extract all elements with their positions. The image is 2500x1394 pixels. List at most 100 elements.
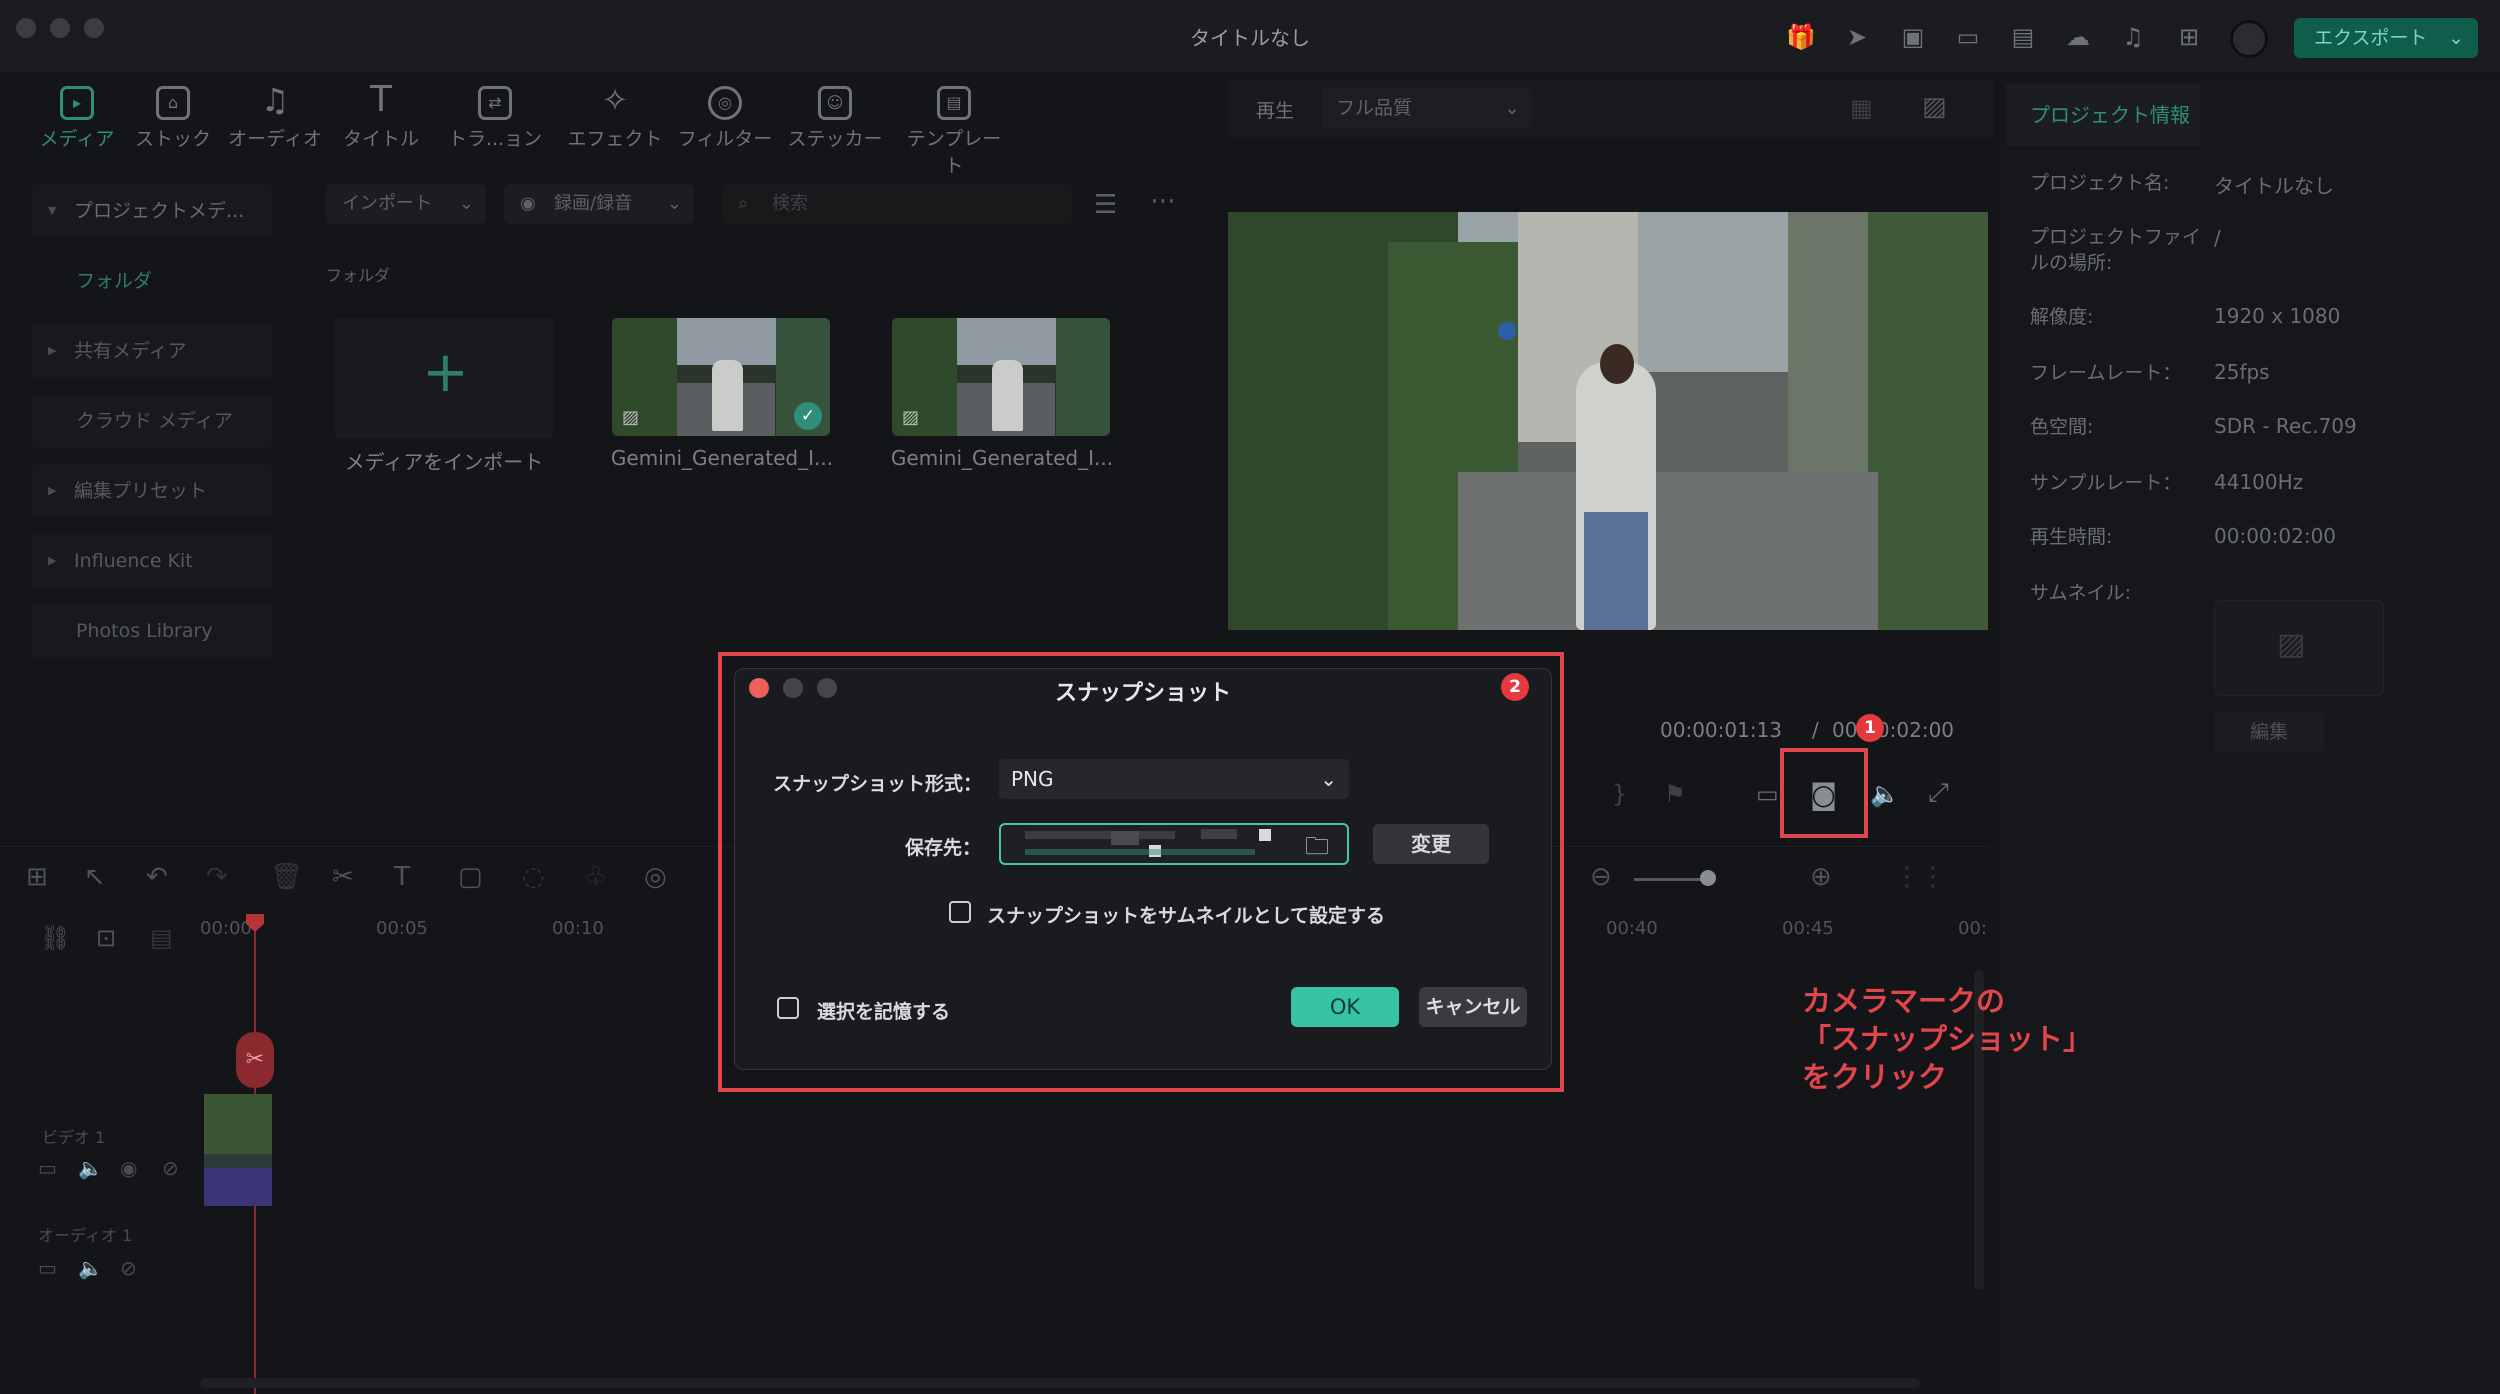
sidebar-item-folder[interactable]: フォルダ — [32, 254, 272, 308]
search-icon: ⌕ — [738, 193, 749, 214]
layout-icon[interactable]: ⊞ — [26, 862, 48, 892]
triangle-down-icon: ▼ — [48, 204, 57, 217]
record-dropdown[interactable]: ◉ 録画/録音 ⌄ — [504, 184, 694, 224]
video-clip[interactable] — [204, 1094, 272, 1206]
tab-template[interactable]: ▤ テンプレート — [898, 80, 1010, 177]
remember-checkbox[interactable] — [777, 997, 799, 1019]
avatar[interactable] — [2230, 20, 2268, 58]
audio-icon: ♫ — [260, 81, 290, 119]
video-preview — [1228, 212, 1988, 630]
marker-icon[interactable]: ⚑ — [1664, 780, 1686, 808]
message-icon[interactable]: ▣ — [1898, 22, 1928, 52]
thumbnail-checkbox-label: スナップショットをサムネイルとして設定する — [987, 905, 1386, 927]
zoom-in-icon[interactable]: ⊕ — [1810, 862, 1832, 892]
sidebar-item-project-media[interactable]: ▼ プロジェクトメデ... — [32, 184, 272, 238]
media-clip-thumbnail[interactable]: ▨ — [892, 318, 1110, 436]
mark-out-icon[interactable]: } — [1612, 780, 1627, 808]
sidebar-item-influence-kit[interactable]: ▶ Influence Kit — [32, 534, 272, 588]
zoom-out-icon[interactable]: ⊖ — [1590, 862, 1612, 892]
media-clip-name: Gemini_Generated_I... — [610, 446, 834, 470]
search-input[interactable]: ⌕ 検索 — [722, 184, 1072, 224]
sidebar-item-presets[interactable]: ▶ 編集プリセット — [32, 464, 272, 518]
color-icon[interactable]: ◌ — [522, 862, 545, 892]
format-select[interactable]: PNG ⌄ — [999, 759, 1349, 799]
cancel-button[interactable]: キャンセル — [1419, 987, 1527, 1027]
thumbnail-checkbox[interactable] — [949, 901, 971, 923]
save-icon[interactable]: ▤ — [2008, 22, 2038, 52]
cloud-upload-icon[interactable]: ☁ — [2063, 22, 2093, 52]
tab-project-info[interactable]: プロジェクト情報 — [2006, 84, 2200, 146]
window-minimize-dot[interactable] — [50, 18, 70, 38]
import-dropdown[interactable]: インポート ⌄ — [326, 184, 486, 224]
tab-media[interactable]: ▸ メディア — [22, 80, 132, 160]
gift-icon[interactable]: 🎁 — [1786, 22, 1816, 52]
horizontal-scrollbar[interactable] — [200, 1378, 1920, 1388]
ai-tool-icon[interactable]: ◎ — [644, 862, 667, 892]
mask-icon[interactable]: ♧ — [584, 862, 607, 892]
window-zoom-dot[interactable] — [84, 18, 104, 38]
hide-icon[interactable]: ⊘ — [162, 1156, 179, 1180]
track-label: ビデオ 1 — [42, 1128, 106, 1147]
group-icon[interactable]: ⊡ — [96, 924, 116, 952]
tab-sticker[interactable]: ☺ ステッカー — [780, 80, 890, 160]
save-path-field[interactable]: 🗀 — [999, 823, 1349, 865]
tab-stock[interactable]: ⌂ ストック — [118, 80, 228, 160]
track-options-icon[interactable]: ⋮⋮ — [1894, 862, 1946, 892]
image-icon[interactable]: ▨ — [1922, 92, 1947, 122]
volume-icon[interactable]: 🔈 — [78, 1156, 103, 1180]
crop-icon[interactable]: ▢ — [458, 862, 483, 892]
tab-effect[interactable]: ✧ エフェクト — [560, 80, 670, 160]
quality-dropdown[interactable]: フル品質 ⌄ — [1322, 88, 1532, 128]
ok-button[interactable]: OK — [1291, 987, 1399, 1027]
media-clip-thumbnail[interactable]: ▨ ✓ — [612, 318, 830, 436]
undo-icon[interactable]: ↶ — [146, 862, 168, 892]
change-path-button[interactable]: 変更 — [1373, 824, 1489, 864]
mute-icon[interactable]: ⊘ — [120, 1256, 137, 1280]
text-tool-icon[interactable]: T — [394, 862, 410, 892]
sidebar-item-shared-media[interactable]: ▶ 共有メディア — [32, 324, 272, 378]
apps-grid-icon[interactable]: ⊞ — [2174, 22, 2204, 52]
info-key: 解像度: — [2030, 306, 2094, 328]
delete-icon[interactable]: 🗑 — [270, 862, 303, 892]
grid-view-icon[interactable]: ▦ — [1850, 94, 1873, 122]
cut-icon[interactable]: ✂ — [332, 862, 354, 892]
folder-icon[interactable]: ▭ — [38, 1156, 57, 1180]
fullscreen-icon[interactable]: ⤢ — [1928, 778, 1949, 809]
ruler-tick: 00:05 — [376, 918, 428, 939]
sidebar-item-label: Photos Library — [76, 620, 213, 642]
window-title: タイトルなし — [1190, 26, 1310, 50]
ungroup-icon[interactable]: ▤ — [150, 924, 173, 952]
tab-title[interactable]: T タイトル — [326, 80, 436, 160]
chevron-down-icon: ⌄ — [666, 193, 682, 214]
tab-transition[interactable]: ⇄ トラ...ョン — [440, 80, 550, 160]
info-value: 1920 x 1080 — [2214, 304, 2341, 328]
eye-icon[interactable]: ◉ — [120, 1156, 137, 1180]
app-window: タイトルなし 🎁 ➤ ▣ ▭ ▤ ☁ ♫ ⊞ エクスポート ⌄ ▸ メディア ⌂ スト… — [0, 0, 2500, 1394]
volume-icon[interactable]: 🔈 — [78, 1256, 103, 1280]
tab-audio[interactable]: ♫ オーディオ — [220, 80, 330, 160]
select-tool-icon[interactable]: ↖ — [84, 862, 106, 892]
display-icon[interactable]: ▭ — [1756, 780, 1779, 808]
filter-sort-icon[interactable]: ☰ — [1094, 190, 1117, 220]
sidebar-item-cloud-media[interactable]: クラウド メディア — [32, 394, 272, 448]
more-icon[interactable]: ⋯ — [1150, 186, 1176, 216]
folder-icon[interactable]: ▭ — [38, 1256, 57, 1280]
template-icon: ▤ — [937, 86, 971, 120]
zoom-slider-thumb[interactable] — [1700, 870, 1716, 886]
edit-thumbnail-button[interactable]: 編集 — [2214, 712, 2324, 752]
layout-icon[interactable]: ▭ — [1953, 22, 1983, 52]
project-info-panel: プロジェクト情報 プロジェクト名: タイトルなし プロジェクトファイルの場所: … — [2000, 80, 2500, 1394]
link-icon[interactable]: ⛓ — [40, 924, 70, 952]
volume-icon[interactable]: 🔈 — [1870, 780, 1900, 808]
redo-icon[interactable]: ↷ — [206, 862, 228, 892]
send-icon[interactable]: ➤ — [1842, 22, 1872, 52]
sidebar-item-photos-library[interactable]: Photos Library — [32, 604, 272, 658]
info-value: タイトルなし — [2214, 174, 2334, 198]
headset-icon[interactable]: ♫ — [2118, 22, 2148, 52]
tab-filter[interactable]: ◎ フィルター — [670, 80, 780, 160]
split-icon[interactable]: ✂ — [236, 1032, 274, 1088]
import-media-tile[interactable]: + — [334, 318, 554, 438]
window-close-dot[interactable] — [16, 18, 36, 38]
export-button[interactable]: エクスポート ⌄ — [2294, 18, 2478, 58]
folder-open-icon[interactable]: 🗀 — [1305, 829, 1329, 870]
